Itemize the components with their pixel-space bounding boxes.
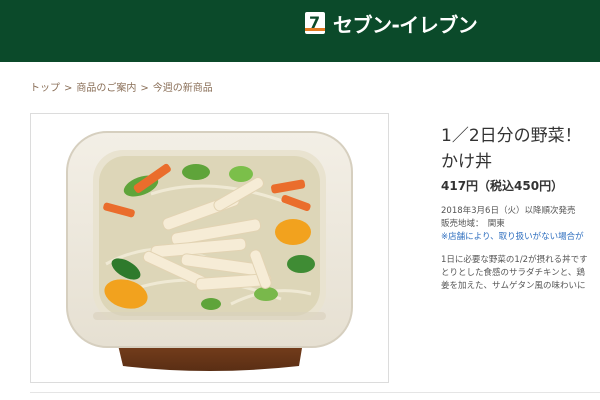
seven-eleven-logo[interactable]: 7 セブン-イレブン bbox=[305, 12, 478, 37]
description-line: 1日に必要な野菜の1/2が摂れる丼です bbox=[441, 255, 588, 265]
breadcrumb-separator: > bbox=[140, 83, 149, 94]
product-description: 1日に必要な野菜の1/2が摂れる丼です とりとした食感のサラダチキンと、鶏 姜を… bbox=[441, 254, 600, 293]
product-info: 1／2日分の野菜！ かけ丼 417円（税込450円） 2018年3月6日（火）以… bbox=[441, 123, 600, 293]
description-line: とりとした食感のサラダチキンと、鶏 bbox=[441, 268, 585, 278]
breadcrumb-link-products[interactable]: 商品のご案内 bbox=[76, 79, 136, 94]
release-date: 2018年3月6日（火）以降順次発売 bbox=[441, 206, 576, 216]
site-header: 7 セブン-イレブン bbox=[0, 0, 600, 62]
rice-bowl-image bbox=[66, 131, 353, 371]
breadcrumb: トップ > 商品のご案内 > 今週の新商品 bbox=[30, 79, 213, 94]
breadcrumb-separator: > bbox=[64, 83, 73, 94]
product-title-line-1: 1／2日分の野菜！ bbox=[441, 126, 582, 146]
product-price: 417円（税込450円） bbox=[441, 179, 564, 193]
product-title-line-2: かけ丼 bbox=[441, 152, 492, 172]
logo-text: セブン-イレブン bbox=[333, 12, 478, 37]
breadcrumb-link-top[interactable]: トップ bbox=[30, 79, 60, 94]
description-line: 姜を加えた、サムゲタン風の味わいに bbox=[441, 281, 586, 291]
seven-eleven-logo-icon: 7 bbox=[305, 12, 325, 34]
divider bbox=[30, 392, 600, 393]
product-title: 1／2日分の野菜！ かけ丼 bbox=[441, 123, 600, 175]
product-meta: 2018年3月6日（火）以降順次発売 販売地域： 関東 ※店舗により、取り扱いが… bbox=[441, 205, 600, 244]
sales-region: 販売地域： 関東 bbox=[441, 219, 505, 229]
store-availability-note: ※店舗により、取り扱いがない場合が bbox=[441, 232, 584, 242]
product-photo bbox=[30, 113, 389, 383]
breadcrumb-link-new-products[interactable]: 今週の新商品 bbox=[153, 79, 213, 94]
